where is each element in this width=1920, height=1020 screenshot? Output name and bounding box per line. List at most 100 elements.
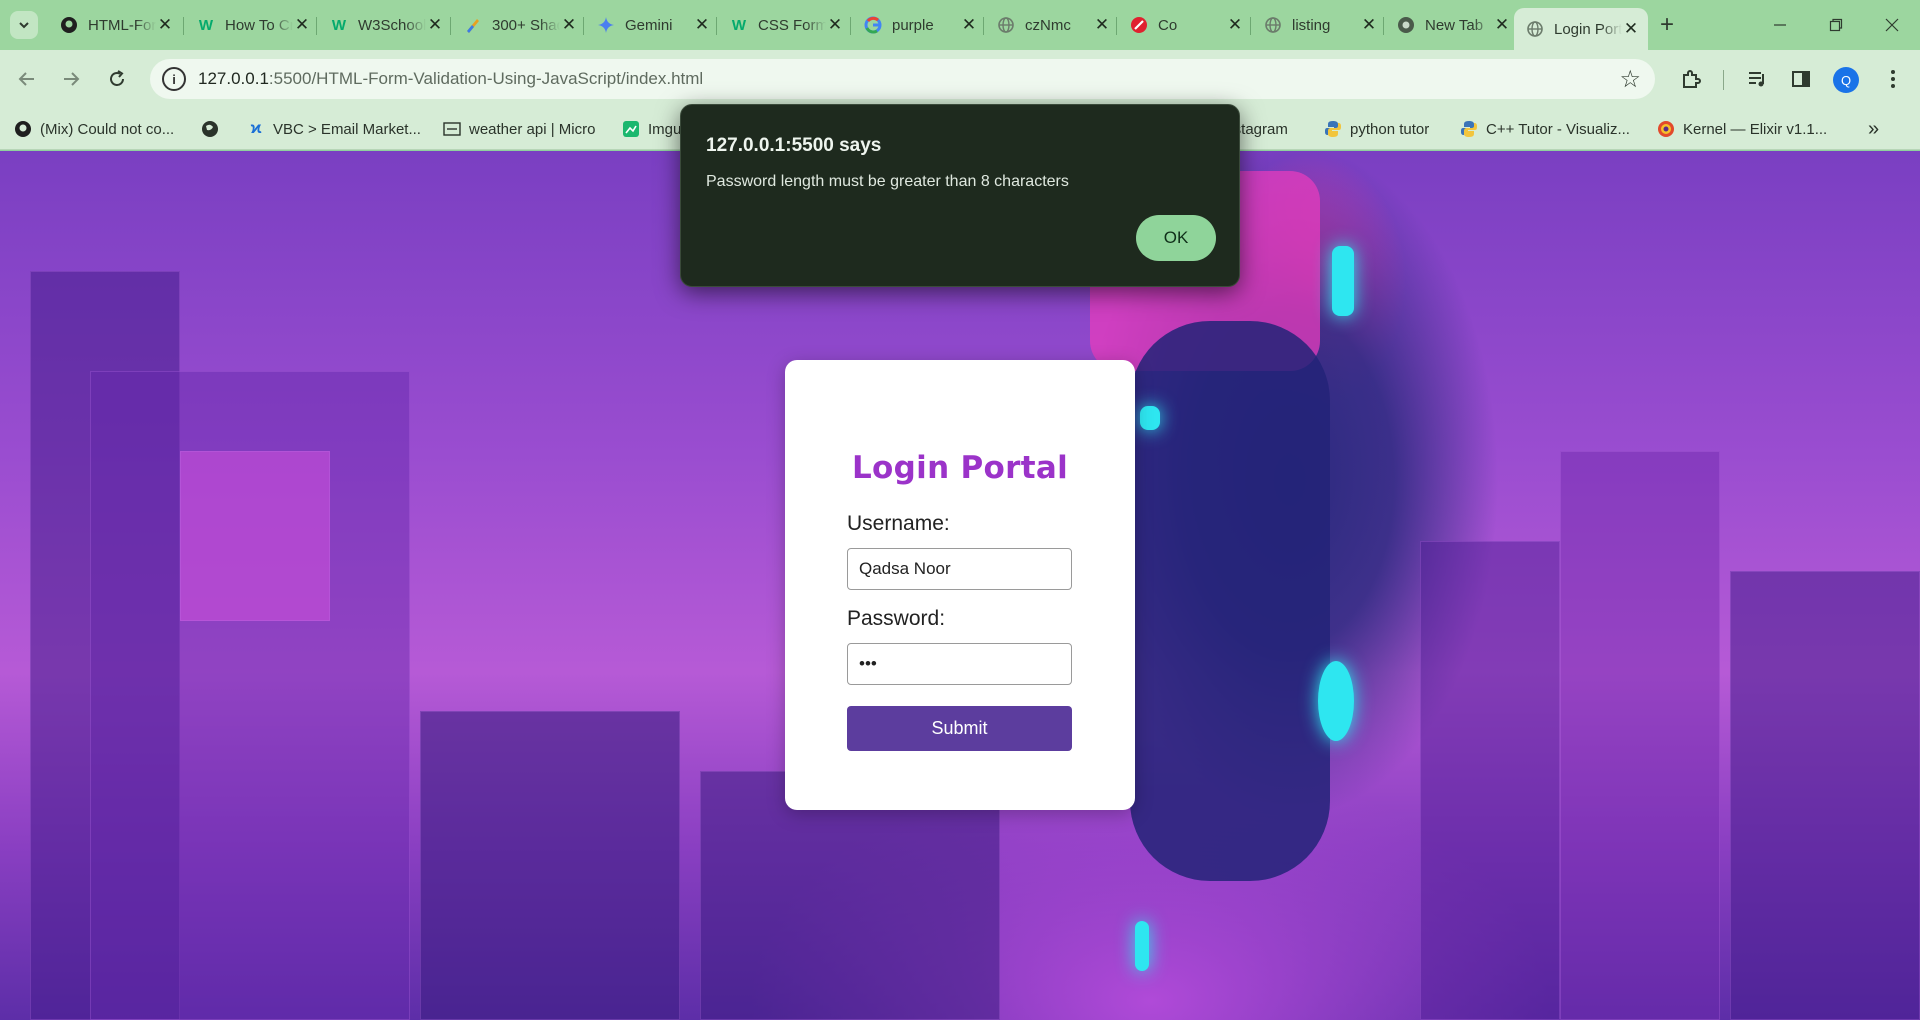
bookmark-label: weather api | Micro	[469, 120, 596, 138]
url-host: 127.0.0.1	[198, 69, 269, 88]
tab-new-tab[interactable]: New Tab ✕	[1385, 8, 1519, 42]
imgur-icon	[622, 120, 640, 138]
tab-label: purple	[892, 16, 934, 34]
tab-label: listing	[1292, 16, 1331, 34]
side-panel-icon[interactable]	[1786, 64, 1816, 94]
profile-avatar[interactable]: Q	[1833, 67, 1859, 93]
bookmark-label: (Mix) Could not co...	[40, 120, 175, 138]
background-robot-light	[1135, 921, 1149, 971]
tab-co[interactable]: Co ✕	[1118, 8, 1252, 42]
tab-300-shades[interactable]: 300+ Shades ✕	[452, 8, 586, 42]
python-icon	[1324, 120, 1342, 138]
bookmark-label: Kernel — Elixir v1.1...	[1683, 120, 1828, 138]
globe-icon	[1526, 20, 1544, 38]
app-icon	[1130, 16, 1148, 34]
tab-css-forms[interactable]: W CSS Forms ✕	[718, 8, 852, 42]
bookmark-imgur[interactable]: Imgu	[622, 117, 681, 141]
bookmark-star-icon[interactable]: ☆	[1619, 65, 1641, 94]
chevron-down-icon	[19, 22, 29, 29]
close-icon[interactable]: ✕	[1622, 20, 1640, 38]
background-building	[420, 711, 680, 1020]
globe-icon	[997, 16, 1015, 34]
tab-listing[interactable]: listing ✕	[1252, 8, 1386, 42]
menu-dots-icon[interactable]	[1878, 64, 1908, 94]
close-window-icon[interactable]	[1864, 0, 1920, 50]
chrome-icon	[1397, 16, 1415, 34]
close-icon[interactable]: ✕	[960, 16, 978, 34]
username-input[interactable]	[847, 548, 1072, 590]
tab-label: HTML-Form-Validation	[88, 16, 156, 34]
arrow-right-icon	[64, 72, 80, 86]
reload-button[interactable]	[100, 62, 134, 96]
bookmark-python-tutor[interactable]: python tutor	[1324, 117, 1429, 141]
url-text: 127.0.0.1:5500/HTML-Form-Validation-Usin…	[198, 69, 703, 89]
close-icon[interactable]: ✕	[560, 16, 578, 34]
close-icon[interactable]: ✕	[1360, 16, 1378, 34]
tab-html-form-validation[interactable]: HTML-Form-Validation ✕	[48, 8, 182, 42]
bookmark-cpp-tutor[interactable]: C++ Tutor - Visualiz...	[1460, 117, 1630, 141]
tab-label: czNmc	[1025, 16, 1071, 34]
more-bookmarks-icon[interactable]: »	[1868, 117, 1879, 141]
url-path: :5500/HTML-Form-Validation-Using-JavaScr…	[268, 69, 704, 88]
background-robot-light	[1332, 246, 1354, 316]
restore-icon[interactable]	[1808, 0, 1864, 50]
minimize-icon[interactable]	[1752, 0, 1808, 50]
bookmark-vbc[interactable]: ϰ VBC > Email Market...	[247, 117, 421, 141]
tab-divider	[1116, 17, 1117, 35]
color-palette-icon	[464, 16, 482, 34]
password-input[interactable]	[847, 643, 1072, 685]
back-button[interactable]	[10, 62, 44, 96]
close-icon[interactable]: ✕	[1226, 16, 1244, 34]
close-icon[interactable]: ✕	[693, 16, 711, 34]
tab-divider	[850, 17, 851, 35]
close-icon[interactable]: ✕	[426, 16, 444, 34]
tab-gemini[interactable]: Gemini ✕	[585, 8, 719, 42]
w3schools-icon: W	[331, 16, 347, 34]
google-icon	[864, 16, 882, 34]
background-robot-body	[1130, 321, 1330, 881]
close-icon[interactable]: ✕	[156, 16, 174, 34]
tab-divider	[183, 17, 184, 35]
tab-login-portal[interactable]: Login Portal ✕	[1514, 8, 1648, 50]
submit-button[interactable]: Submit	[847, 706, 1072, 751]
close-icon[interactable]: ✕	[1493, 16, 1511, 34]
tab-label: Co	[1158, 16, 1178, 34]
tab-divider	[1250, 17, 1251, 35]
gemini-sparkle-icon	[597, 16, 615, 34]
background-building	[1730, 571, 1920, 1020]
page-title: Login Portal	[852, 450, 1068, 486]
tab-search-button[interactable]	[10, 11, 38, 39]
tab-w3schools[interactable]: W W3Schools ✕	[318, 8, 452, 42]
python-icon	[1460, 120, 1478, 138]
bookmark-mix[interactable]: (Mix) Could not co...	[14, 117, 174, 141]
bookmark-weather-api[interactable]: weather api | Micro	[443, 117, 595, 141]
browser-toolbar: i 127.0.0.1:5500/HTML-Form-Validation-Us…	[0, 50, 1920, 108]
forward-button[interactable]	[54, 62, 88, 96]
ok-button[interactable]: OK	[1136, 215, 1216, 261]
close-icon[interactable]: ✕	[293, 16, 311, 34]
tab-divider	[316, 17, 317, 35]
address-bar[interactable]: i 127.0.0.1:5500/HTML-Form-Validation-Us…	[150, 59, 1655, 99]
bookmark-globe[interactable]	[201, 117, 227, 141]
new-tab-button[interactable]: +	[1652, 10, 1682, 40]
tab-how-to[interactable]: W How To Create ✕	[185, 8, 319, 42]
vbc-icon: ϰ	[250, 120, 262, 137]
github-icon	[60, 16, 78, 34]
background-window	[180, 451, 330, 621]
tab-label: CSS Forms	[758, 16, 826, 34]
tab-divider	[983, 17, 984, 35]
bookmark-elixir[interactable]: Kernel — Elixir v1.1...	[1657, 117, 1827, 141]
tab-cznmc[interactable]: czNmc ✕	[985, 8, 1119, 42]
site-info-icon[interactable]: i	[162, 67, 186, 91]
globe-icon	[1264, 16, 1282, 34]
close-icon[interactable]: ✕	[1093, 16, 1111, 34]
extensions-icon[interactable]	[1676, 64, 1706, 94]
dialog-title: 127.0.0.1:5500 says	[706, 135, 882, 156]
media-controls-icon[interactable]	[1742, 64, 1772, 94]
close-icon[interactable]: ✕	[826, 16, 844, 34]
background-building	[1420, 541, 1560, 1020]
password-label: Password:	[847, 607, 946, 630]
arrow-left-icon	[18, 72, 34, 86]
tab-purple[interactable]: purple ✕	[852, 8, 986, 42]
toolbar-divider	[1723, 70, 1724, 90]
